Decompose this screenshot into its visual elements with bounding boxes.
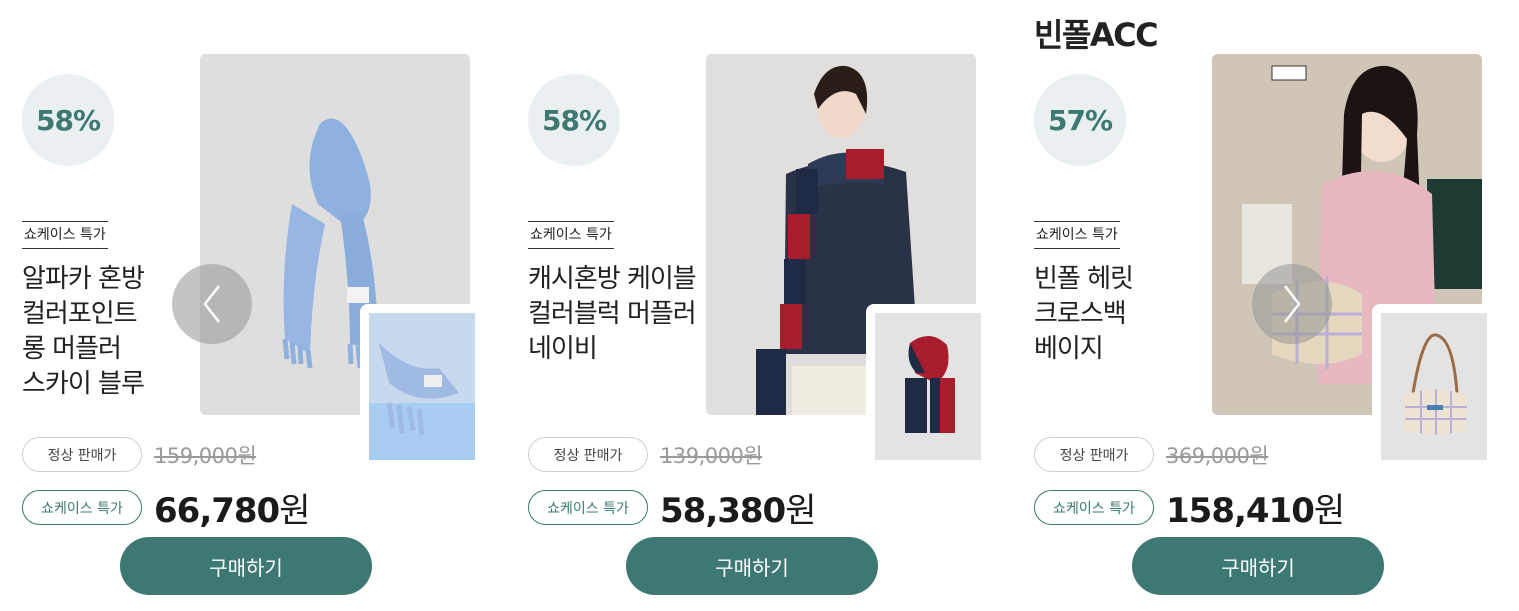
sale-price-number: 66,780 bbox=[154, 491, 280, 531]
bag-detail-image bbox=[1381, 313, 1487, 460]
buy-button[interactable]: 구매하기 bbox=[626, 537, 878, 595]
sale-price-label: 쇼케이스 특가 bbox=[22, 490, 142, 525]
normal-price-label: 정상 판매가 bbox=[528, 437, 648, 472]
showcase-tag: 쇼케이스 특가 bbox=[528, 221, 614, 249]
product-name[interactable]: 빈폴 헤릿 크로스백 베이지 bbox=[1034, 262, 1234, 367]
sale-price: 58,380원 bbox=[660, 483, 816, 532]
normal-price-label: 정상 판매가 bbox=[1034, 437, 1154, 472]
normal-price-label: 정상 판매가 bbox=[22, 437, 142, 472]
discount-badge: 57% bbox=[1034, 74, 1126, 166]
sale-price-unit: 원 bbox=[279, 491, 310, 531]
product-thumbnail[interactable] bbox=[360, 304, 480, 470]
buy-button[interactable]: 구매하기 bbox=[1132, 537, 1384, 595]
original-price: 159,000원 bbox=[154, 443, 257, 468]
discount-badge: 58% bbox=[528, 74, 620, 166]
carousel-prev-button[interactable] bbox=[172, 264, 252, 344]
sale-price-row: 쇼케이스 특가 158,410원 bbox=[1034, 483, 1345, 532]
sale-price-unit: 원 bbox=[1313, 491, 1345, 531]
original-price: 369,000원 bbox=[1166, 443, 1269, 468]
discount-badge: 58% bbox=[22, 74, 114, 166]
showcase-tag: 쇼케이스 특가 bbox=[1034, 221, 1120, 249]
carousel-next-button[interactable] bbox=[1252, 264, 1332, 344]
chevron-right-icon bbox=[1284, 285, 1301, 323]
scarf-detail-image bbox=[875, 313, 981, 460]
chevron-left-icon bbox=[203, 285, 220, 323]
scarf-detail-image bbox=[369, 313, 475, 460]
sale-price-number: 58,380 bbox=[660, 491, 786, 531]
normal-price-row: 정상 판매가 369,000원 bbox=[1034, 437, 1269, 472]
product-name[interactable]: 캐시혼방 케이블 컬러블럭 머플러 네이비 bbox=[528, 262, 738, 367]
sale-price-label: 쇼케이스 특가 bbox=[528, 490, 648, 525]
showcase-tag: 쇼케이스 특가 bbox=[22, 221, 108, 249]
buy-button[interactable]: 구매하기 bbox=[120, 537, 372, 595]
sale-price-number: 158,410 bbox=[1166, 491, 1315, 531]
sale-price-unit: 원 bbox=[785, 491, 816, 531]
product-thumbnail[interactable] bbox=[1372, 304, 1492, 470]
sale-price-label: 쇼케이스 특가 bbox=[1034, 490, 1154, 525]
product-card[interactable]: 58% 쇼케이스 특가 캐시혼방 케이블 컬러블럭 머플러 네이비 정상 판매가… bbox=[506, 0, 986, 611]
sale-price-row: 쇼케이스 특가 66,780원 bbox=[22, 483, 310, 532]
normal-price-row: 정상 판매가 159,000원 bbox=[22, 437, 257, 472]
sale-price: 158,410원 bbox=[1166, 483, 1345, 532]
normal-price-row: 정상 판매가 139,000원 bbox=[528, 437, 763, 472]
sale-price-row: 쇼케이스 특가 58,380원 bbox=[528, 483, 816, 532]
sale-price: 66,780원 bbox=[154, 483, 310, 532]
original-price: 139,000원 bbox=[660, 443, 763, 468]
brand-title: 빈폴ACC bbox=[1034, 16, 1159, 54]
product-thumbnail[interactable] bbox=[866, 304, 986, 470]
